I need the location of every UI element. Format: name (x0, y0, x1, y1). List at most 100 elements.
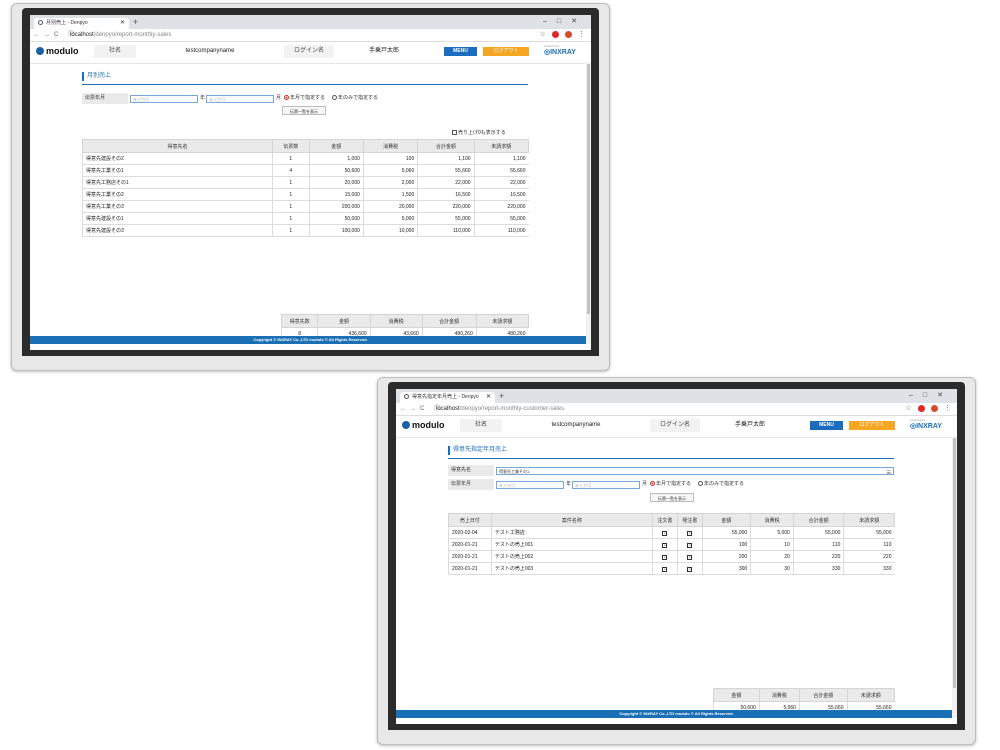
extension-icon[interactable] (552, 31, 559, 38)
radio-year-only[interactable]: 年のみで指定する (332, 93, 378, 104)
table-row[interactable]: 2020-01-21 テストの売上001 x x 100 10 110 110 (448, 538, 895, 551)
tab-close-icon[interactable]: ✕ (120, 18, 125, 29)
table-row[interactable]: 2020-02-04 テスト工務店 x x 55,000 5,000 55,000 55,00… (448, 526, 895, 539)
cell: 100,000 (308, 224, 364, 237)
order-doc-icon[interactable]: x (652, 550, 678, 563)
bookmark-star-icon[interactable]: ☆ (905, 405, 912, 412)
logout-button[interactable]: ログアウト (849, 421, 895, 430)
purchase-doc-icon[interactable]: x (676, 550, 703, 563)
profile-icon[interactable] (931, 405, 938, 412)
slip-count-link[interactable]: 1 (272, 152, 310, 165)
address-bar[interactable]: ←→C ⓘ localhost/denpyo/report-monthly-sa… (30, 29, 591, 42)
slip-count-link[interactable]: 1 (272, 200, 310, 213)
table-row[interactable]: 得意先工業その2 1 15,000 1,500 16,500 16,500 (81, 188, 529, 201)
purchase-doc-icon[interactable]: x (676, 526, 703, 539)
order-doc-icon[interactable]: x (652, 538, 678, 551)
purchase-doc-icon[interactable]: x (676, 562, 703, 575)
scrollbar[interactable] (952, 436, 957, 718)
year-input[interactable]: 未入力可 (496, 481, 564, 489)
menu-button[interactable]: MENU (810, 421, 843, 430)
summary-col: 合計金額 (421, 314, 477, 328)
logo-icon (36, 47, 44, 55)
cell: 50,600 (308, 164, 364, 177)
table-row[interactable]: 2020-01-21 テストの売上003 x x 300 30 330 330 (448, 562, 895, 575)
show-zero-checkbox[interactable]: 売り上げ0も表示する (452, 129, 506, 136)
browser-tab[interactable]: 得意先指定年月売上 - Denpyo ✕ (400, 392, 495, 403)
cell: 200,000 (308, 200, 364, 213)
summary-col: 消費税 (758, 688, 800, 702)
window-controls[interactable]: –□✕ (909, 391, 953, 399)
cell: 1,500 (362, 188, 418, 201)
cell: 220,000 (417, 200, 475, 213)
cell: 得意先建設その3 (81, 224, 273, 237)
radio-year-only[interactable]: 年のみで指定する (698, 479, 744, 490)
tab-close-icon[interactable]: ✕ (486, 392, 491, 403)
bookmark-star-icon[interactable]: ☆ (539, 31, 546, 38)
cell: 55,000 (701, 526, 751, 539)
purchase-doc-icon[interactable]: x (676, 538, 703, 551)
tab-title: 月別売上 - Denpyo (46, 20, 88, 26)
modulo-logo[interactable]: modulo (402, 420, 445, 430)
profile-icon[interactable] (565, 31, 572, 38)
cell: 得意先建設その2 (81, 152, 273, 165)
extension-icon[interactable] (918, 405, 925, 412)
table-row[interactable]: 2020-01-21 テストの売上002 x x 200 20 220 220 (448, 550, 895, 563)
table-row[interactable]: 得意先工業その1 4 50,600 5,060 55,660 55,660 (81, 164, 529, 177)
slip-count-link[interactable]: 4 (272, 164, 310, 177)
show-list-button[interactable]: 伝票一覧を表示 (282, 106, 326, 115)
app-header: modulo 社名 testcompanyname ログイン名 手乗戸太郎 ME… (30, 42, 591, 64)
browser-extension-icons: ☆ ⋮ (533, 31, 585, 39)
cell: 得意先工業その3 (81, 200, 273, 213)
logout-button[interactable]: ログアウト (483, 47, 529, 56)
customer-select[interactable]: 得意先工業その1 ☰ (496, 467, 894, 477)
order-doc-icon[interactable]: x (652, 526, 678, 539)
new-tab-icon[interactable]: + (133, 17, 138, 28)
tab-bar: 得意先指定年月売上 - Denpyo ✕ + –□✕ (396, 389, 957, 403)
slip-count-link[interactable]: 1 (272, 224, 310, 237)
monitor-screen: 得意先指定年月売上 - Denpyo ✕ + –□✕ ←→C ⓘ localho… (388, 382, 965, 730)
year-suffix: 年 (200, 95, 206, 101)
radio-year-month[interactable]: 年月で指定する (650, 479, 691, 490)
col-total: 合計金額 (417, 139, 475, 153)
address-bar[interactable]: ←→C ⓘ localhost/denpyo/report-monthly-cu… (396, 403, 957, 416)
slip-count-link[interactable]: 1 (272, 212, 310, 225)
menu-button[interactable]: MENU (444, 47, 477, 56)
cell: 2,000 (362, 176, 418, 189)
window-controls[interactable]: –□✕ (543, 17, 587, 25)
list-icon[interactable]: ☰ (887, 469, 891, 477)
year-input[interactable]: 未入力可 (130, 95, 198, 103)
scrollbar[interactable] (586, 62, 591, 344)
cell: 110 (792, 538, 844, 551)
url-text[interactable]: localhost/denpyo/report-monthly-sales (70, 29, 171, 41)
cell: 200 (701, 550, 751, 563)
table-row[interactable]: 得意先工務店その1 1 20,000 2,000 22,000 22,000 (81, 176, 529, 189)
summary-col: 金額 (713, 688, 760, 702)
company-value: testcompanyname (136, 45, 284, 58)
cell: 55,660 (417, 164, 475, 177)
login-label: ログイン名 (284, 45, 334, 58)
radio-year-month[interactable]: 年月で指定する (284, 93, 325, 104)
more-menu-icon[interactable]: ⋮ (578, 31, 585, 38)
cell: テストの売上003 (490, 562, 653, 575)
browser-tab[interactable]: 月別売上 - Denpyo ✕ (34, 18, 129, 29)
order-doc-icon[interactable]: x (652, 562, 678, 575)
table-row[interactable]: 得意先工業その3 1 200,000 20,000 220,000 220,000 (81, 200, 529, 213)
cell: 220,000 (473, 200, 529, 213)
col-unbilled: 未請求額 (843, 513, 895, 527)
table-row[interactable]: 得意先建設その2 1 1,000 100 1,100 1,100 (81, 152, 529, 165)
slip-count-link[interactable]: 1 (272, 176, 310, 189)
table-row[interactable]: 得意先建設その1 1 50,000 5,000 55,000 55,000 (81, 212, 529, 225)
month-input[interactable]: 未入力可 (572, 481, 640, 489)
scrollbar-thumb[interactable] (953, 438, 956, 688)
new-tab-icon[interactable]: + (499, 391, 504, 402)
page-title: 得意先指定年月売上 (448, 446, 507, 455)
month-input[interactable]: 未入力可 (206, 95, 274, 103)
url-text[interactable]: localhost/denpyo/report-monthly-customer… (436, 403, 564, 415)
more-menu-icon[interactable]: ⋮ (944, 405, 951, 412)
scrollbar-thumb[interactable] (587, 64, 590, 314)
cell: 30 (750, 562, 794, 575)
table-row[interactable]: 得意先建設その3 1 100,000 10,000 110,000 110,000 (81, 224, 529, 237)
modulo-logo[interactable]: modulo (36, 46, 79, 56)
show-list-button[interactable]: 伝票一覧を表示 (650, 493, 694, 502)
slip-count-link[interactable]: 1 (272, 188, 310, 201)
